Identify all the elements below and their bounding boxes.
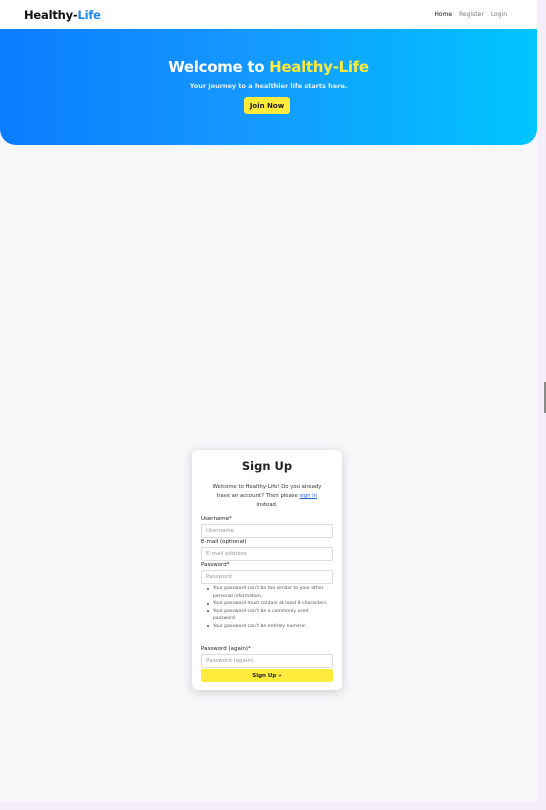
password-label: Password* — [201, 562, 230, 568]
password-input[interactable] — [201, 570, 333, 584]
sign-up-button[interactable]: Sign Up » — [201, 669, 333, 682]
nav-link-home[interactable]: Home — [434, 11, 452, 18]
username-label: Username* — [201, 516, 232, 522]
join-now-button[interactable]: Join Now — [244, 97, 290, 114]
page-footer-edge — [0, 802, 546, 810]
hero-subtitle: Your journey to a healthier life starts … — [189, 82, 348, 90]
password-help-item: Your password can’t be too similar to yo… — [205, 585, 331, 600]
nav-links: Home Register Login — [434, 11, 507, 18]
brand-main: Healthy- — [24, 7, 78, 22]
email-input[interactable] — [201, 547, 333, 561]
intro-text-after: instead. — [256, 502, 278, 508]
signup-title: Sign Up — [241, 459, 293, 473]
hero-title-main: Welcome to — [168, 58, 270, 76]
email-label: E-mail (optional) — [201, 539, 247, 545]
nav-link-login[interactable]: Login — [491, 11, 507, 18]
hero-banner: Welcome to Healthy-Life Your journey to … — [0, 29, 537, 145]
hero-title: Welcome to Healthy-Life — [0, 58, 537, 76]
password-help-list: Your password can’t be too similar to yo… — [205, 585, 331, 630]
password-help-item: Your password must contain at least 8 ch… — [205, 600, 331, 608]
password-help-item: Your password can’t be a commonly used p… — [205, 608, 331, 623]
navbar: Healthy-Life Home Register Login — [0, 0, 537, 29]
signup-card: Sign Up Welcome to Healthy-Life! Do you … — [192, 450, 342, 690]
brand-accent: Life — [77, 7, 101, 22]
brand-logo[interactable]: Healthy-Life — [24, 8, 101, 22]
username-input[interactable] — [201, 524, 333, 538]
nav-link-register[interactable]: Register — [459, 11, 484, 18]
password-again-input[interactable] — [201, 654, 333, 668]
sign-in-link[interactable]: sign in — [300, 493, 317, 499]
password-again-label: Password (again)* — [201, 646, 251, 652]
password-help-item: Your password can’t be entirely numeric. — [205, 623, 331, 631]
signup-intro: Welcome to Healthy-Life! Do you already … — [206, 483, 328, 510]
hero-title-accent: Healthy-Life — [269, 58, 369, 76]
